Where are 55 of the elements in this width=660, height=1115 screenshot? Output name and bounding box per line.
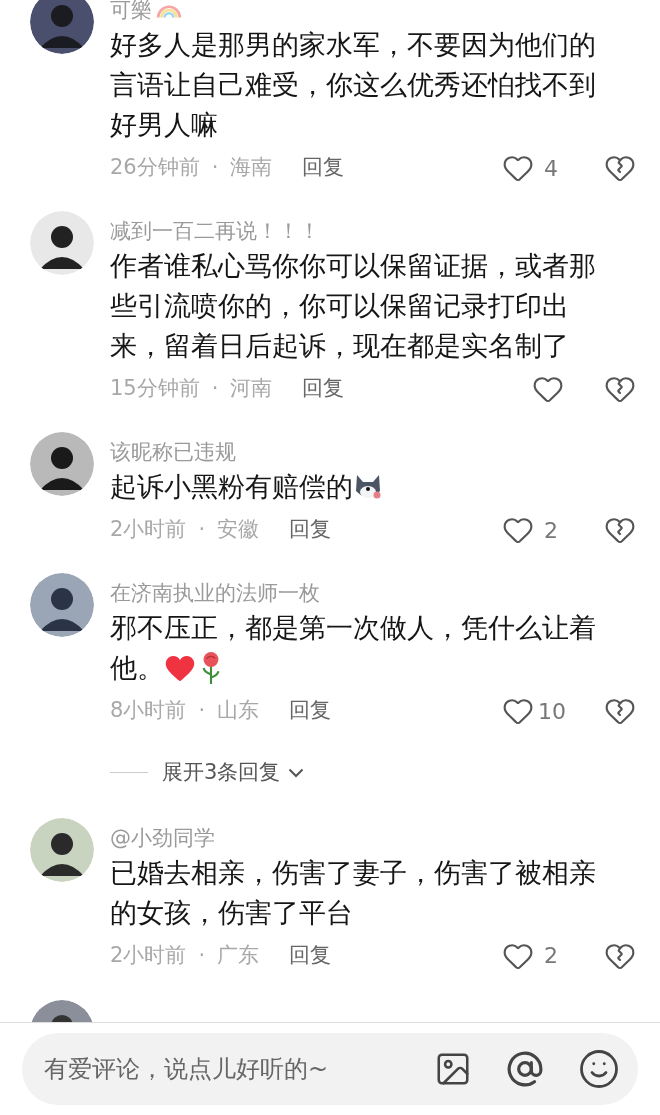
avatar[interactable]: [30, 0, 94, 54]
avatar[interactable]: [30, 211, 94, 275]
comment-text-line: 作者谁私心骂你你可以保留证据，或者那: [110, 249, 596, 283]
separator-dot: ·: [198, 516, 206, 544]
separator-dot: ·: [198, 941, 206, 969]
comment-text-line: 言语让自己难受，你这么优秀还怕找不到: [110, 68, 596, 102]
separator-dot: ·: [211, 375, 219, 403]
comment-text-line: 已婚去相亲，伤害了妻子，伤害了被相亲: [110, 855, 596, 890]
comment-time: 2小时前: [110, 516, 187, 544]
separator-dot: ·: [211, 154, 219, 182]
like-button[interactable]: 2: [502, 939, 564, 972]
comment-time: 8小时前: [110, 697, 187, 725]
like-button[interactable]: 2: [502, 513, 564, 547]
avatar[interactable]: [30, 573, 94, 637]
username[interactable]: 可樂: [110, 0, 152, 25]
rainbow-icon: [156, 2, 182, 18]
avatar[interactable]: [30, 817, 94, 882]
reply-link[interactable]: 回复: [302, 373, 345, 405]
reply-link[interactable]: 回复: [289, 939, 332, 972]
comment-text-line: 邪不压正，都是第一次做人，凭什么让着: [110, 611, 596, 645]
reply-link[interactable]: 回复: [302, 152, 345, 184]
username[interactable]: 该昵称已违规: [110, 437, 236, 467]
rose-icon: [200, 651, 222, 685]
image-icon[interactable]: [434, 1050, 472, 1088]
comment-region: 山东: [217, 697, 260, 725]
username[interactable]: 在济南执业的法师一枚: [110, 578, 320, 608]
comment-text-line: 来，留着日后起诉，现在都是实名制了: [110, 329, 569, 363]
comment-text-line: 的女孩，伤害了平台: [110, 895, 353, 930]
reply-link[interactable]: 回复: [289, 514, 332, 546]
avatar[interactable]: [30, 432, 94, 496]
reply-link[interactable]: 回复: [289, 695, 332, 727]
like-button[interactable]: 4: [502, 151, 564, 185]
username[interactable]: 减到一百二再说！！！: [110, 216, 320, 246]
comment-text-line: 他。: [110, 651, 164, 685]
heart-icon: [164, 653, 196, 683]
mention-icon[interactable]: [506, 1050, 544, 1088]
expand-replies-button[interactable]: 展开3条回复: [162, 757, 305, 789]
comment-region: 河南: [230, 375, 273, 403]
separator-dot: ·: [198, 697, 206, 725]
comment-input[interactable]: 有爱评论，说点儿好听的~: [22, 1033, 638, 1105]
comment-text-line: 起诉小黑粉有赔偿的: [110, 470, 353, 504]
emoji-icon[interactable]: [578, 1048, 620, 1090]
comment-time: 26分钟前: [110, 154, 200, 182]
comment-time: 15分钟前: [110, 375, 200, 403]
comment-text-line: 好男人嘛: [110, 108, 218, 142]
username[interactable]: @小劲同学: [110, 822, 215, 853]
comment-time: 2小时前: [110, 941, 187, 969]
dog-face-icon: [353, 473, 383, 501]
comment-region: 海南: [230, 154, 273, 182]
comment-text-line: 些引流喷你的，你可以保留记录打印出: [110, 289, 569, 323]
like-button[interactable]: 10: [502, 694, 564, 728]
chevron-down-icon: [288, 767, 305, 778]
comment-text-line: 好多人是那男的家水军，不要因为他们的: [110, 28, 596, 62]
comment-region: 安徽: [217, 516, 260, 544]
comment-region: 广东: [217, 941, 260, 969]
